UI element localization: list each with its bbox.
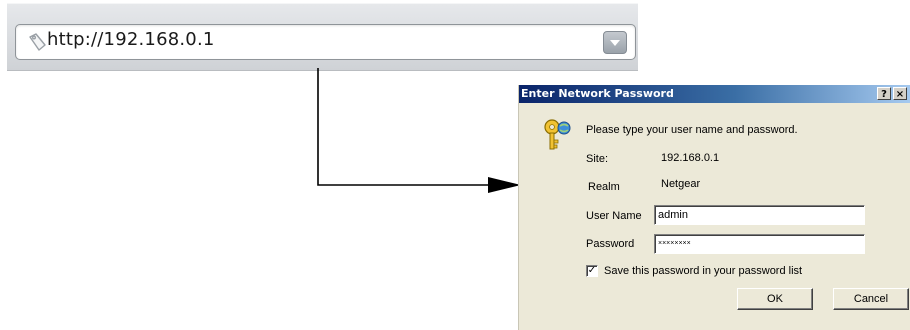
dialog-titlebar[interactable]: Enter Network Password ? ×	[519, 85, 910, 103]
password-input[interactable]: ××××××××	[654, 234, 865, 254]
username-label: User Name	[586, 210, 642, 222]
ok-button[interactable]: OK	[737, 288, 813, 310]
site-label: Site:	[586, 153, 609, 165]
dialog-prompt: Please type your user name and password.	[586, 124, 798, 136]
arrow-head	[488, 177, 521, 193]
username-input[interactable]: admin	[654, 205, 865, 225]
realm-value: Netgear	[661, 178, 701, 190]
key-icon	[544, 119, 571, 150]
save-password-checkbox[interactable]: ✓	[586, 265, 598, 277]
dialog-title: Enter Network Password	[521, 87, 674, 100]
password-label: Password	[586, 238, 635, 250]
close-button[interactable]: ×	[893, 87, 907, 100]
realm-label: Realm	[588, 181, 620, 193]
screenshot-canvas: http://192.168.0.1 Enter Network Passwor…	[0, 0, 910, 330]
cancel-button[interactable]: Cancel	[833, 288, 909, 310]
site-value: 192.168.0.1	[661, 152, 720, 164]
help-button[interactable]: ?	[877, 87, 891, 100]
network-password-dialog: Enter Network Password ? × Please type y…	[518, 85, 910, 330]
save-password-label[interactable]: Save this password in your password list	[604, 265, 802, 277]
